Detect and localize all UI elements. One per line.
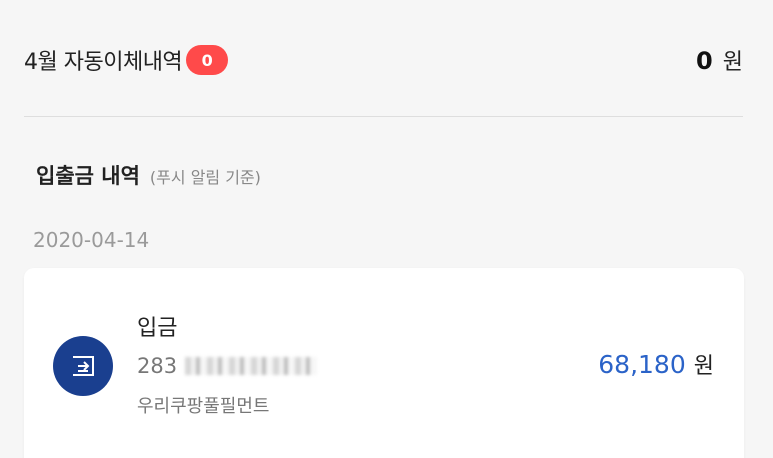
- auto-transfer-amount: 0: [696, 47, 713, 75]
- auto-transfer-title: 4월 자동이체내역: [24, 50, 183, 75]
- auto-transfer-unit: 원: [722, 50, 743, 75]
- transaction-memo: 우리쿠팡풀필먼트: [137, 396, 270, 417]
- section-subtitle: (푸시 알림 기준): [149, 168, 261, 187]
- divider: [24, 116, 743, 117]
- transaction-amount: 68,180: [598, 350, 686, 379]
- transaction-account: 283: [137, 354, 318, 378]
- transaction-type: 입금: [137, 316, 178, 341]
- count-badge: 0: [186, 45, 229, 75]
- account-number-prefix: 283: [137, 354, 178, 378]
- account-number-masked: [185, 357, 318, 375]
- auto-transfer-summary[interactable]: 4월 자동이체내역 0 0 원: [24, 40, 743, 80]
- transaction-amount-group: 68,180 원: [598, 348, 714, 380]
- auto-transfer-total: 0 원: [696, 44, 743, 76]
- deposit-icon: [53, 336, 113, 396]
- section-title: 입출금 내역: [36, 164, 140, 188]
- section-header: 입출금 내역 (푸시 알림 기준): [36, 160, 261, 190]
- date-group-label: 2020-04-14: [33, 228, 150, 252]
- transaction-unit: 원: [693, 354, 714, 379]
- deposit-icon-glyph: [73, 356, 94, 376]
- auto-transfer-title-group: 4월 자동이체내역 0: [24, 44, 229, 76]
- page: 4월 자동이체내역 0 0 원 입출금 내역 (푸시 알림 기준) 2020-0…: [0, 0, 773, 458]
- transaction-card[interactable]: 입금 283 우리쿠팡풀필먼트 68,180 원: [24, 268, 744, 458]
